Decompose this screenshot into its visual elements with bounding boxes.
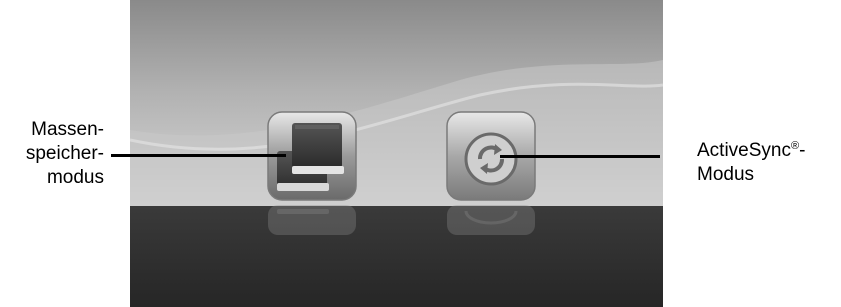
- mass-storage-callout-line: [111, 154, 286, 157]
- screen-background-lower: [130, 206, 663, 307]
- mass-storage-reflection: [267, 205, 357, 235]
- activesync-reflection: [446, 205, 536, 235]
- mass-storage-label-line-3: modus: [46, 167, 104, 188]
- mass-storage-label-line-1: Massen-: [31, 119, 104, 140]
- mass-storage-label-line-2: speicher-: [25, 143, 104, 164]
- activesync-callout-line: [500, 155, 660, 158]
- mass-storage-label: Massen- speicher- modus: [0, 118, 104, 190]
- activesync-label-main: ActiveSync: [697, 140, 791, 161]
- activesync-label-suffix: -: [799, 140, 806, 161]
- background-wave: [130, 60, 663, 206]
- activesync-label-line-2: Modus: [697, 164, 755, 185]
- activesync-label: ActiveSync®- Modus: [697, 139, 805, 187]
- activesync-label-line-1: ActiveSync®-: [697, 139, 805, 163]
- registered-mark: ®: [790, 140, 800, 152]
